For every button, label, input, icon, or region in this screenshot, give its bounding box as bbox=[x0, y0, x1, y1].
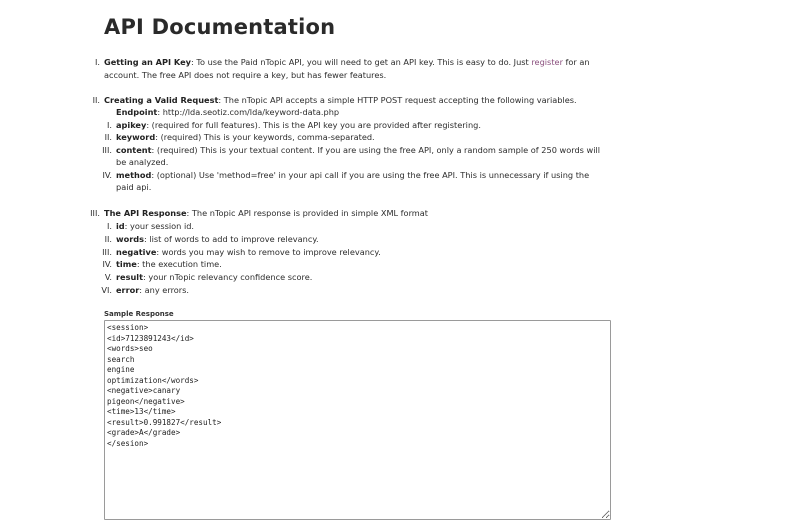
field-name: words bbox=[116, 234, 144, 244]
section-text: : The nTopic API accepts a simple HTTP P… bbox=[218, 95, 577, 105]
param-method: method: (optional) Use 'method=free' in … bbox=[116, 169, 589, 182]
param-desc: : (required) This is your keywords, comm… bbox=[155, 132, 375, 142]
endpoint-value: : http://lda.seotiz.com/lda/keyword-data… bbox=[157, 107, 340, 117]
register-link[interactable]: register bbox=[531, 57, 563, 67]
field-numeral: V. bbox=[104, 272, 112, 282]
section-line: Creating a Valid Request: The nTopic API… bbox=[104, 94, 577, 107]
param-numeral: I. bbox=[106, 120, 112, 130]
param-desc-line-2: paid api. bbox=[116, 182, 152, 192]
section-heading: The API Response bbox=[104, 208, 187, 218]
section-heading: Getting an API Key bbox=[104, 57, 191, 67]
section-numeral: III. bbox=[90, 208, 100, 218]
sample-response-label: Sample Response bbox=[104, 310, 174, 318]
param-content: content: (required) This is your textual… bbox=[116, 144, 600, 157]
param-name: content bbox=[116, 145, 152, 155]
param-name: method bbox=[116, 170, 152, 180]
field-numeral: III. bbox=[102, 247, 112, 257]
section-numeral: I. bbox=[94, 57, 100, 67]
section-heading: Creating a Valid Request bbox=[104, 95, 219, 105]
endpoint-line: Endpoint: http://lda.seotiz.com/lda/keyw… bbox=[116, 106, 339, 119]
field-desc: : any errors. bbox=[139, 285, 190, 295]
field-numeral: VI. bbox=[101, 285, 112, 295]
field-name: time bbox=[116, 259, 137, 269]
param-keyword: keyword: (required) This is your keyword… bbox=[116, 131, 375, 144]
section-text-after: for an bbox=[562, 57, 590, 67]
section-line: Getting an API Key: To use the Paid nTop… bbox=[104, 56, 590, 69]
field-desc: : your nTopic relevancy confidence score… bbox=[143, 272, 313, 282]
param-name: apikey bbox=[116, 120, 147, 130]
field-id: id: your session id. bbox=[116, 220, 194, 233]
field-numeral: II. bbox=[104, 234, 112, 244]
section-line-2: account. The free API does not require a… bbox=[104, 70, 387, 80]
param-desc-line-2: be analyzed. bbox=[116, 157, 169, 167]
param-numeral: III. bbox=[102, 145, 112, 155]
param-numeral: II. bbox=[104, 132, 112, 142]
param-name: keyword bbox=[116, 132, 156, 142]
field-time: time: the execution time. bbox=[116, 258, 222, 271]
endpoint-label: Endpoint bbox=[116, 107, 158, 117]
param-numeral: IV. bbox=[102, 170, 112, 180]
page-title: API Documentation bbox=[104, 15, 336, 39]
sample-response-textarea[interactable]: <session> <id>7123891243</id> <words>seo… bbox=[104, 320, 611, 520]
field-desc: : list of words to add to improve releva… bbox=[143, 234, 319, 244]
field-desc: : words you may wish to remove to improv… bbox=[156, 247, 381, 257]
field-name: error bbox=[116, 285, 140, 295]
field-result: result: your nTopic relevancy confidence… bbox=[116, 271, 312, 284]
field-name: result bbox=[116, 272, 144, 282]
section-text: : The nTopic API response is provided in… bbox=[186, 208, 428, 218]
field-numeral: I. bbox=[106, 221, 112, 231]
field-desc: : the execution time. bbox=[136, 259, 222, 269]
param-desc: : (optional) Use 'method=free' in your a… bbox=[151, 170, 590, 180]
param-apikey: apikey: (required for full features). Th… bbox=[116, 119, 481, 132]
documentation-page: API Documentation I. Getting an API Key:… bbox=[0, 0, 800, 530]
field-error: error: any errors. bbox=[116, 284, 189, 297]
field-desc: : your session id. bbox=[124, 221, 195, 231]
field-name: negative bbox=[116, 247, 157, 257]
section-text: : To use the Paid nTopic API, you will n… bbox=[190, 57, 532, 67]
field-words: words: list of words to add to improve r… bbox=[116, 233, 319, 246]
field-numeral: IV. bbox=[102, 259, 112, 269]
field-name: id bbox=[116, 221, 125, 231]
param-desc: : (required for full features). This is … bbox=[146, 120, 481, 130]
section-numeral: II. bbox=[92, 95, 100, 105]
section-line: The API Response: The nTopic API respons… bbox=[104, 207, 428, 220]
param-desc: : (required) This is your textual conten… bbox=[151, 145, 601, 155]
field-negative: negative: words you may wish to remove t… bbox=[116, 246, 381, 259]
